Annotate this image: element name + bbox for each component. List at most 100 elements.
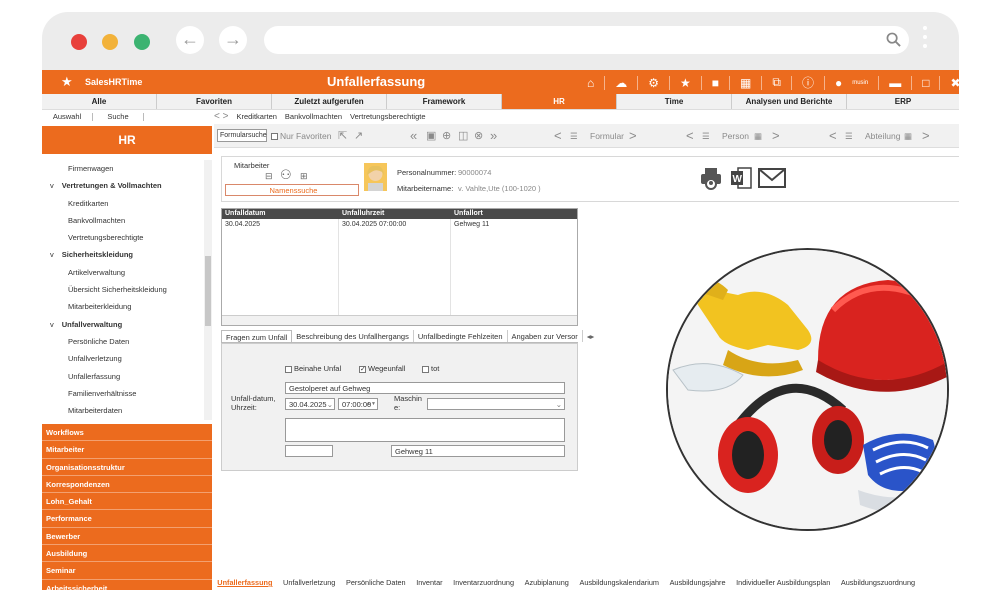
tab-auswahl[interactable]: Auswahl bbox=[42, 110, 92, 124]
table-row[interactable]: 30.04.2025 30.04.2025 07:00:00 Gehweg 11 bbox=[222, 219, 577, 231]
forward-arrow-icon[interactable]: → bbox=[219, 26, 247, 54]
breadcrumb-nav-icon[interactable]: < > bbox=[214, 110, 228, 124]
favorites-toggle[interactable]: Nur Favoriten bbox=[271, 124, 332, 148]
tab-scroll-icon[interactable]: ◂▸ bbox=[583, 330, 599, 342]
ort-input[interactable]: Gehweg 11 bbox=[391, 445, 565, 457]
sidebar-item[interactable]: Artikelverwaltung bbox=[42, 264, 204, 281]
spinner-icon[interactable]: ▲▼ bbox=[366, 399, 376, 410]
sidebar-group[interactable]: v Vertretungen & Vollmachten bbox=[42, 177, 204, 194]
sidebar-group[interactable]: v Unfallverwaltung bbox=[42, 316, 204, 333]
menu-time[interactable]: Time bbox=[617, 94, 732, 109]
module-item[interactable]: Performance bbox=[42, 510, 212, 528]
people-search-icon[interactable]: ⚇ bbox=[280, 167, 292, 183]
module-item[interactable]: Bewerber bbox=[42, 527, 212, 546]
module-item[interactable]: Korrespondenzen bbox=[42, 475, 212, 494]
sidebar-item[interactable]: Familienverhältnisse bbox=[42, 385, 204, 402]
breadcrumb-item[interactable]: Bankvollmachten bbox=[285, 110, 342, 124]
word-icon[interactable]: W bbox=[730, 167, 752, 189]
notes-textarea[interactable] bbox=[285, 418, 565, 442]
sidebar-item[interactable]: Bankvollmachten bbox=[42, 212, 204, 229]
address-bar[interactable] bbox=[264, 26, 909, 54]
mail-icon[interactable] bbox=[758, 168, 786, 188]
info-icon[interactable]: ⓘ bbox=[802, 74, 814, 91]
menu-zuletzt[interactable]: Zuletzt aufgerufen bbox=[272, 94, 387, 109]
save-icon[interactable]: ▣ bbox=[426, 124, 436, 148]
tot-checkbox[interactable]: tot bbox=[422, 364, 439, 373]
gear-icon[interactable]: ⚙ bbox=[648, 76, 659, 90]
wegeunfall-checkbox[interactable]: ✓ Wegeunfall bbox=[359, 364, 405, 373]
maximize-dot-icon[interactable] bbox=[134, 34, 150, 50]
calendar-icon[interactable]: ▦ bbox=[904, 124, 912, 148]
menu-alle[interactable]: Alle bbox=[42, 94, 157, 109]
module-item[interactable]: Organisationsstruktur bbox=[42, 458, 212, 476]
menu-favoriten[interactable]: Favoriten bbox=[157, 94, 272, 109]
menu-erp[interactable]: ERP bbox=[847, 94, 959, 109]
user-name[interactable]: musin bbox=[852, 80, 868, 86]
bottom-tab-inventarzuordnung[interactable]: Inventarzuordnung bbox=[448, 576, 519, 590]
bottom-tab-azubiplanung[interactable]: Azubiplanung bbox=[519, 576, 574, 590]
beinahe-checkbox[interactable]: Beinahe Unfal bbox=[285, 364, 341, 373]
search-icon[interactable] bbox=[886, 32, 901, 47]
sidebar-item[interactable]: Mitarbeiterdaten bbox=[42, 402, 204, 419]
abteilung-prev-icon[interactable]: < bbox=[829, 124, 837, 148]
cancel-icon[interactable]: ⊗ bbox=[474, 124, 483, 148]
first-record-icon[interactable]: « bbox=[410, 124, 417, 148]
bottom-tab-inventar[interactable]: Inventar bbox=[411, 576, 448, 590]
tab-versorgung[interactable]: Angaben zur Versor bbox=[508, 330, 583, 342]
formular-next-icon[interactable]: > bbox=[629, 124, 637, 148]
bottom-tab-ausbildungsjahre[interactable]: Ausbildungsjahre bbox=[664, 576, 731, 590]
module-item[interactable]: Mitarbeiter bbox=[42, 441, 212, 459]
bottom-tab-persoenliche-daten[interactable]: Persönliche Daten bbox=[341, 576, 411, 590]
maschine-select[interactable]: ⌄ bbox=[427, 398, 565, 410]
bottom-tab-unfallverletzung[interactable]: Unfallverletzung bbox=[278, 576, 341, 590]
tab-beschreibung[interactable]: Beschreibung des Unfallhergangs bbox=[292, 330, 414, 342]
bottom-tab-ausbildungsplan[interactable]: Individueller Ausbildungsplan bbox=[731, 576, 836, 590]
maximize-icon[interactable]: □ bbox=[922, 76, 929, 90]
module-item[interactable]: Ausbildung bbox=[42, 545, 212, 563]
calendar-icon[interactable]: ▦ bbox=[740, 76, 751, 90]
column-header[interactable]: Unfalldatum bbox=[222, 209, 339, 219]
description-input[interactable]: Gestolperet auf Gehweg bbox=[285, 382, 565, 394]
person-next-icon[interactable]: > bbox=[772, 124, 780, 148]
namenssuche-button[interactable]: Namenssuche bbox=[225, 184, 359, 196]
sidebar-group[interactable]: v Sicherheitskleidung bbox=[42, 246, 204, 263]
time-input[interactable]: 07:00:00 ▲▼ bbox=[338, 398, 378, 410]
menu-analysen[interactable]: Analysen und Berichte bbox=[732, 94, 847, 109]
abteilung-next-icon[interactable]: > bbox=[922, 124, 930, 148]
list-icon[interactable]: ☰ bbox=[570, 124, 578, 148]
sidebar-item[interactable]: Unfallverletzung bbox=[42, 350, 204, 367]
sidebar-item[interactable]: Vertretungsberechtigte bbox=[42, 229, 204, 246]
formular-prev-icon[interactable]: < bbox=[554, 124, 562, 148]
dropdown-icon[interactable]: ⌄ bbox=[556, 399, 562, 410]
expand-icon[interactable]: ⊞ bbox=[300, 171, 308, 182]
collapse-icon[interactable]: ⊟ bbox=[265, 171, 273, 182]
star-icon[interactable]: ★ bbox=[680, 76, 691, 90]
close-icon[interactable]: ✖ bbox=[950, 76, 959, 90]
lock-icon[interactable]: ■ bbox=[712, 76, 719, 90]
sidebar-item[interactable]: Übersicht Sicherheitskleidung bbox=[42, 281, 204, 298]
column-header[interactable]: Unfalluhrzeit bbox=[339, 209, 451, 219]
sidebar-item[interactable]: Firmenwagen bbox=[42, 160, 204, 177]
menu-framework[interactable]: Framework bbox=[387, 94, 502, 109]
copy-icon[interactable]: ⧉ bbox=[772, 75, 781, 90]
plz-input[interactable] bbox=[285, 445, 333, 457]
cloud-icon[interactable]: ☁ bbox=[615, 76, 627, 90]
breadcrumb-item[interactable]: Vertretungsberechtigte bbox=[350, 110, 425, 124]
user-icon[interactable]: ● bbox=[835, 76, 842, 90]
close-dot-icon[interactable] bbox=[71, 34, 87, 50]
open-external-icon[interactable]: ↗ bbox=[354, 124, 363, 148]
calendar-icon[interactable]: ▦ bbox=[754, 124, 762, 148]
expand-icon[interactable]: ⇱ bbox=[338, 124, 347, 148]
tab-fragen[interactable]: Fragen zum Unfall bbox=[221, 330, 293, 342]
collapse-chevron-icon[interactable]: v bbox=[50, 181, 54, 190]
last-record-icon[interactable]: » bbox=[490, 124, 497, 148]
menu-hr[interactable]: HR bbox=[502, 94, 617, 109]
minimize-dot-icon[interactable] bbox=[102, 34, 118, 50]
module-item[interactable]: Arbeitssicherheit bbox=[42, 579, 212, 590]
form-search-input[interactable]: Formularsuche bbox=[217, 129, 267, 142]
add-icon[interactable]: ⊕ bbox=[442, 124, 451, 148]
collapse-chevron-icon[interactable]: v bbox=[50, 320, 54, 329]
sidebar-item[interactable]: Kreditkarten bbox=[42, 195, 204, 212]
bottom-tab-unfallerfassung[interactable]: Unfallerfassung bbox=[212, 576, 278, 590]
minimize-icon[interactable]: ▬ bbox=[889, 76, 901, 90]
